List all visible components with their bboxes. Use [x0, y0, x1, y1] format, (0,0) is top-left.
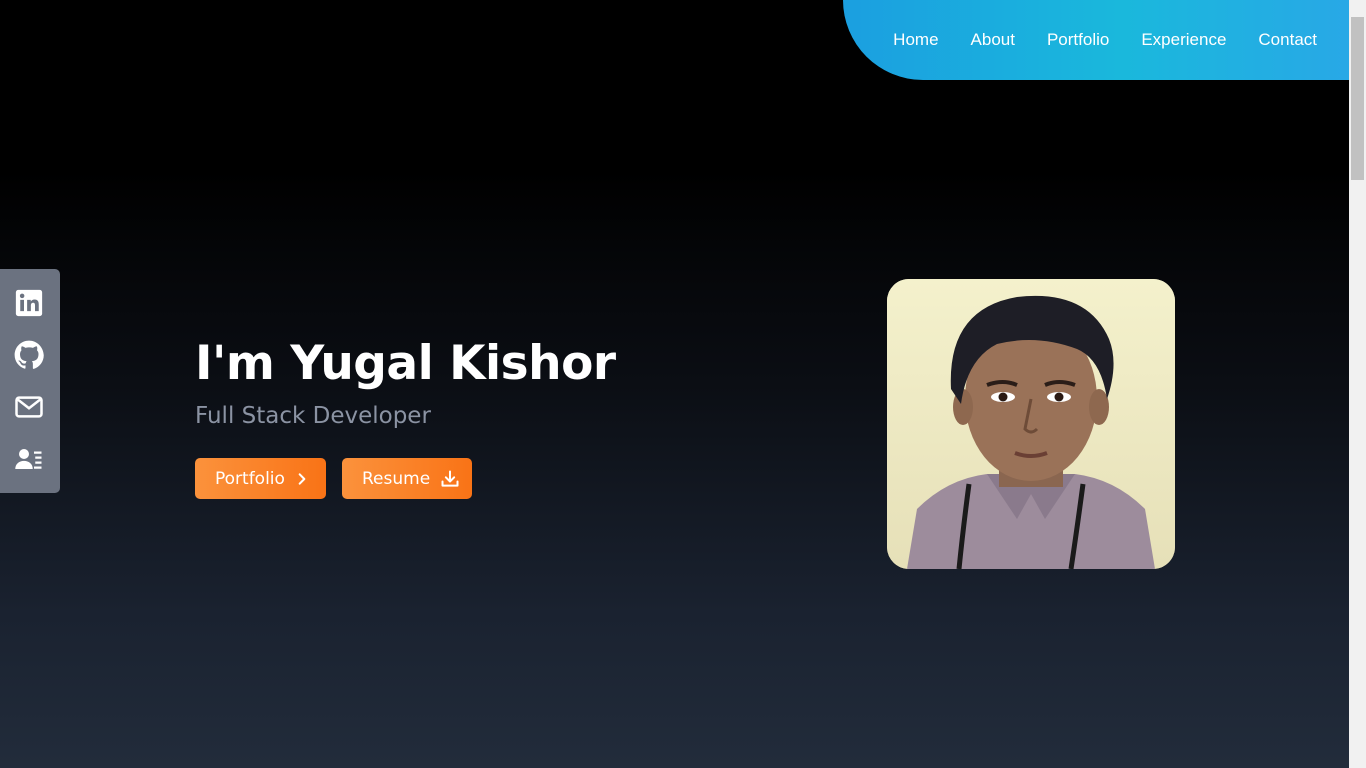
portfolio-button-label: Portfolio — [215, 468, 285, 489]
hero-buttons: Portfolio Resume — [195, 458, 616, 499]
download-icon — [440, 469, 460, 489]
hero-section: I'm Yugal Kishor Full Stack Developer Po… — [195, 336, 616, 499]
nav-home-link[interactable]: Home — [893, 30, 938, 50]
social-links-bar — [0, 269, 60, 493]
linkedin-link[interactable] — [13, 287, 45, 319]
github-link[interactable] — [13, 339, 45, 371]
resume-contact-link[interactable] — [13, 443, 45, 475]
portfolio-button[interactable]: Portfolio — [195, 458, 326, 499]
profile-avatar-illustration — [887, 279, 1175, 569]
nav-experience-link[interactable]: Experience — [1141, 30, 1226, 50]
top-navbar: Home About Portfolio Experience Contact — [843, 0, 1349, 80]
email-link[interactable] — [13, 391, 45, 423]
github-icon — [14, 340, 44, 369]
chevron-right-icon — [295, 472, 309, 486]
resume-contact-icon — [15, 449, 42, 469]
resume-button[interactable]: Resume — [342, 458, 472, 499]
resume-button-label: Resume — [362, 468, 431, 489]
nav-contact-link[interactable]: Contact — [1258, 30, 1317, 50]
nav-about-link[interactable]: About — [971, 30, 1015, 50]
hero-title: I'm Yugal Kishor — [195, 336, 616, 391]
linkedin-icon — [15, 289, 43, 317]
page-scrollbar[interactable] — [1349, 0, 1366, 768]
hero-subtitle: Full Stack Developer — [195, 403, 431, 429]
scrollbar-thumb[interactable] — [1351, 17, 1364, 180]
nav-portfolio-link[interactable]: Portfolio — [1047, 30, 1109, 50]
mail-icon — [15, 396, 43, 418]
profile-photo — [887, 279, 1175, 569]
